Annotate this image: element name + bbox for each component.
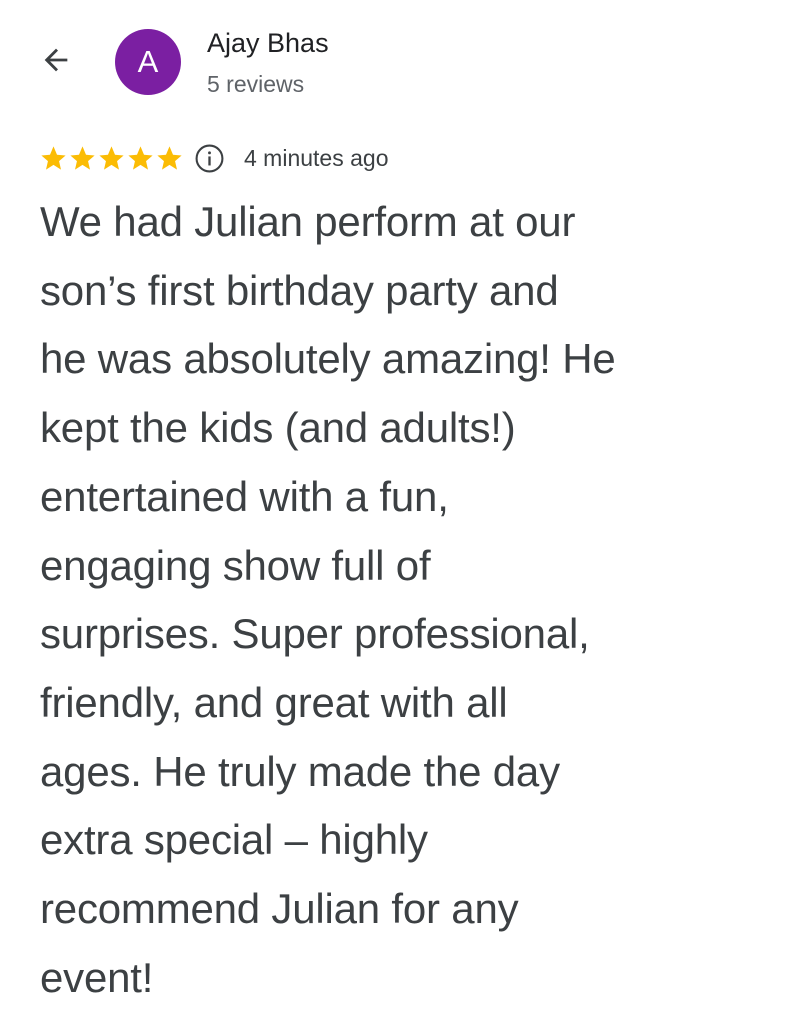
star-icon (157, 145, 182, 170)
review-header: A Ajay Bhas 5 reviews (0, 0, 800, 120)
info-icon[interactable] (194, 143, 225, 174)
star-icon (41, 145, 66, 170)
star-icon (99, 145, 124, 170)
star-icon (128, 145, 153, 170)
review-timestamp: 4 minutes ago (244, 144, 389, 171)
review-meta: 4 minutes ago (39, 140, 388, 176)
back-button[interactable] (30, 38, 82, 82)
avatar[interactable]: A (115, 29, 181, 95)
review-count: 5 reviews (207, 71, 305, 97)
star-icon (70, 145, 95, 170)
review-body: We had Julian perform at our son’s first… (40, 198, 616, 1001)
avatar-letter: A (137, 44, 159, 79)
arrow-back-icon (44, 48, 68, 72)
star-rating (39, 144, 184, 173)
reviewer-name[interactable]: Ajay Bhas (207, 26, 329, 60)
